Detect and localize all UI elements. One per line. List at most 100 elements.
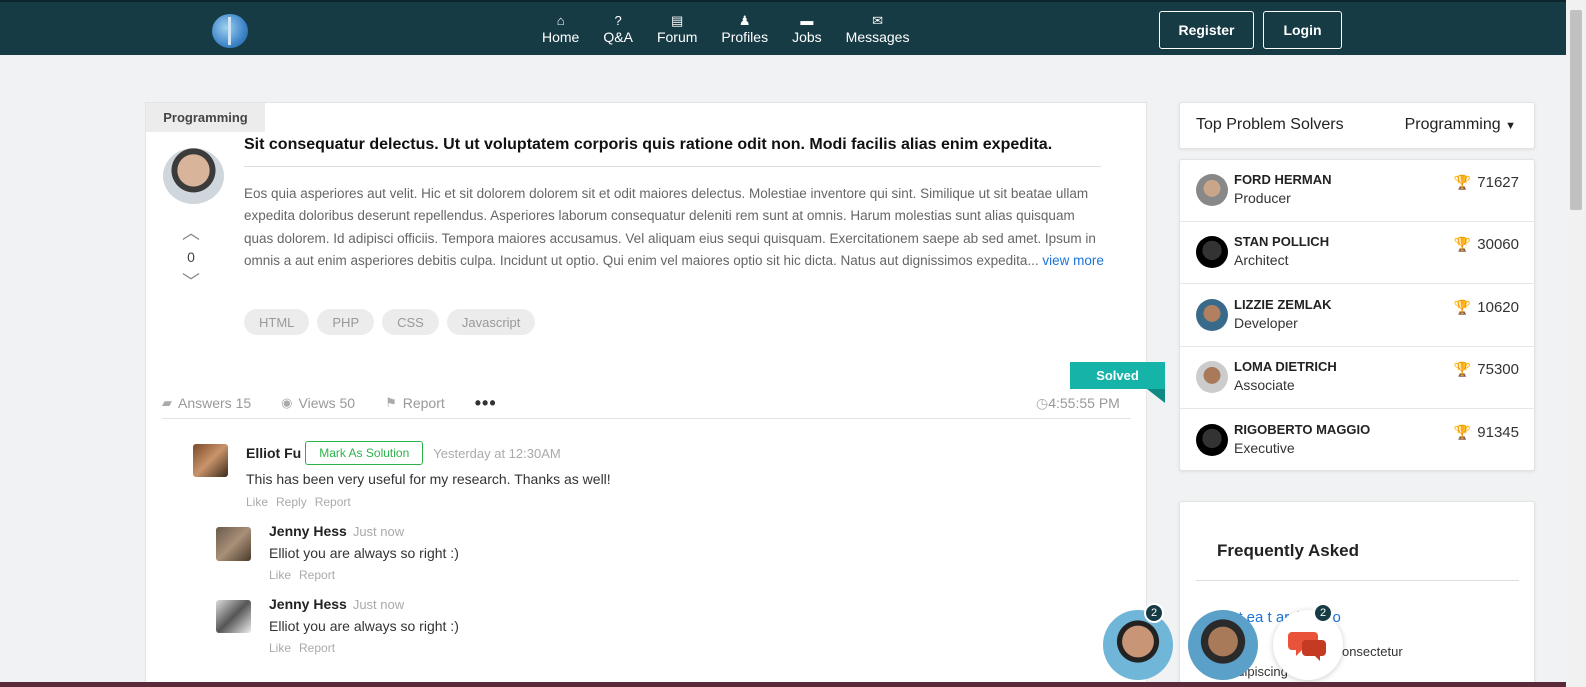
eye-icon: ◉ [281, 395, 293, 410]
report-link[interactable]: Report [299, 641, 335, 655]
top-solvers-header: Top Problem Solvers Programming ▼ [1179, 102, 1535, 149]
solver-row[interactable]: FORD HERMAN Producer 🏆 71627 [1180, 160, 1535, 222]
solver-row[interactable]: LIZZIE ZEMLAK Developer 🏆 10620 [1180, 285, 1535, 347]
like-link[interactable]: Like [246, 495, 268, 509]
nav-label: Messages [845, 29, 910, 45]
solver-role: Architect [1234, 252, 1289, 269]
report-stat[interactable]: ⚑ Report [385, 395, 445, 411]
comment-text: This has been very useful for my researc… [246, 471, 611, 487]
report-link[interactable]: Report [315, 495, 351, 509]
solver-name[interactable]: LIZZIE ZEMLAK [1234, 297, 1332, 312]
like-link[interactable]: Like [269, 568, 291, 582]
score-value: 75300 [1477, 361, 1519, 379]
solver-name[interactable]: FORD HERMAN [1234, 172, 1332, 187]
chat-head-avatar[interactable] [1188, 610, 1258, 680]
tag-chip[interactable]: HTML [244, 309, 310, 335]
page-scrollbar[interactable] [1566, 0, 1586, 687]
jobs-icon: ▬ [800, 13, 814, 28]
nav-label: Jobs [792, 29, 822, 45]
question-icon: ? [614, 13, 622, 28]
avatar[interactable] [1196, 236, 1228, 269]
mark-as-solution-button[interactable]: Mark As Solution [305, 441, 424, 465]
flag-icon: ⚑ [385, 395, 397, 410]
more-options-icon[interactable]: ••• [475, 393, 497, 414]
nav-label: Q&A [603, 29, 633, 45]
divider [1196, 580, 1519, 581]
comment-time: Just now [352, 524, 405, 539]
score-value: 30060 [1477, 236, 1519, 254]
question-title[interactable]: Sit consequatur delectus. Ut ut voluptat… [244, 136, 1104, 154]
solver-row[interactable]: RIGOBERTO MAGGIO Executive 🏆 91345 [1180, 410, 1535, 472]
question-body: Eos quia asperiores aut velit. Hic et si… [244, 183, 1104, 273]
category-tab[interactable]: Programming [146, 103, 265, 132]
caret-down-icon: ▼ [1505, 120, 1516, 132]
downvote-icon[interactable]: ﹀ [180, 273, 202, 291]
answers-stat[interactable]: ▰ Answers 15 [162, 395, 251, 411]
solver-role: Associate [1234, 377, 1295, 394]
comment-text: Elliot you are always so right :) [269, 545, 459, 561]
solver-score: 🏆 75300 [1454, 361, 1519, 378]
category-dropdown-label: Programming [1404, 116, 1501, 133]
avatar[interactable] [1196, 174, 1228, 206]
score-value: 10620 [1477, 298, 1519, 316]
nav-profiles[interactable]: ♟ Profiles [709, 12, 780, 45]
tag-chip[interactable]: PHP [317, 309, 375, 335]
category-dropdown[interactable]: Programming ▼ [1405, 116, 1516, 134]
nav-label: Forum [656, 29, 698, 45]
report-link[interactable]: Report [299, 568, 335, 582]
trophy-icon: 🏆 [1453, 423, 1472, 440]
solver-score: 🏆 10620 [1454, 299, 1519, 316]
nav-home[interactable]: ⌂ Home [530, 12, 591, 45]
tag-chip[interactable]: Javascript [446, 309, 536, 335]
solver-role: Producer [1234, 190, 1291, 206]
solver-name[interactable]: LOMA DIETRICH [1234, 359, 1337, 374]
scrollbar-thumb[interactable] [1570, 10, 1582, 210]
solver-row[interactable]: LOMA DIETRICH Associate 🏆 75300 [1180, 347, 1535, 410]
home-icon: ⌂ [556, 13, 565, 28]
avatar[interactable] [216, 600, 251, 633]
comment-time: Just now [352, 597, 405, 612]
solver-role: Executive [1234, 439, 1295, 456]
divider [244, 166, 1101, 167]
login-button[interactable]: Login [1263, 11, 1342, 49]
time-label: 4:55:55 PM [1048, 395, 1120, 411]
trophy-icon: 🏆 [1453, 298, 1472, 315]
trophy-icon: 🏆 [1453, 174, 1472, 190]
chat-toggle-button[interactable] [1273, 610, 1343, 680]
comment-author[interactable]: Jenny Hess [269, 523, 347, 539]
register-button[interactable]: Register [1159, 11, 1254, 49]
solver-name[interactable]: STAN POLLICH [1234, 234, 1329, 249]
answers-label: Answers 15 [178, 395, 252, 411]
avatar[interactable] [1196, 361, 1228, 394]
view-more-link[interactable]: view more [1042, 253, 1104, 268]
author-avatar[interactable] [163, 148, 224, 204]
comment-author[interactable]: Elliot Fu [246, 445, 301, 461]
avatar[interactable] [1196, 298, 1228, 331]
solved-ribbon-fold [1147, 389, 1165, 403]
trophy-icon: 🏆 [1453, 361, 1472, 378]
top-solvers-title: Top Problem Solvers [1196, 116, 1344, 133]
nav-messages[interactable]: ✉ Messages [834, 12, 922, 45]
like-link[interactable]: Like [269, 641, 291, 655]
reply-link[interactable]: Reply [276, 495, 307, 509]
nav-jobs[interactable]: ▬ Jobs [780, 12, 834, 45]
top-solvers-list: FORD HERMAN Producer 🏆 71627 STAN POLLICH Arc… [1179, 159, 1535, 471]
divider [162, 418, 1131, 419]
upvote-icon[interactable]: ︿ [180, 224, 202, 242]
avatar[interactable] [1196, 423, 1228, 456]
clock-icon: ◷ [1036, 394, 1049, 411]
solver-row[interactable]: STAN POLLICH Architect 🏆 30060 [1180, 222, 1535, 285]
comment-author[interactable]: Jenny Hess [269, 596, 347, 612]
tag-chip[interactable]: CSS [382, 309, 439, 335]
solver-score: 🏆 71627 [1454, 174, 1519, 191]
comment-time: Yesterday at 12:30AM [433, 445, 561, 461]
logo-icon[interactable] [212, 14, 248, 48]
nav-forum[interactable]: ▤ Forum [645, 12, 709, 45]
avatar[interactable] [216, 527, 251, 561]
nav-qa[interactable]: ? Q&A [591, 12, 645, 45]
bottom-strip [0, 682, 1566, 687]
messages-icon: ✉ [872, 13, 884, 28]
chat-head-avatar[interactable] [1103, 610, 1173, 680]
avatar[interactable] [193, 444, 228, 477]
solver-name[interactable]: RIGOBERTO MAGGIO [1234, 422, 1370, 437]
